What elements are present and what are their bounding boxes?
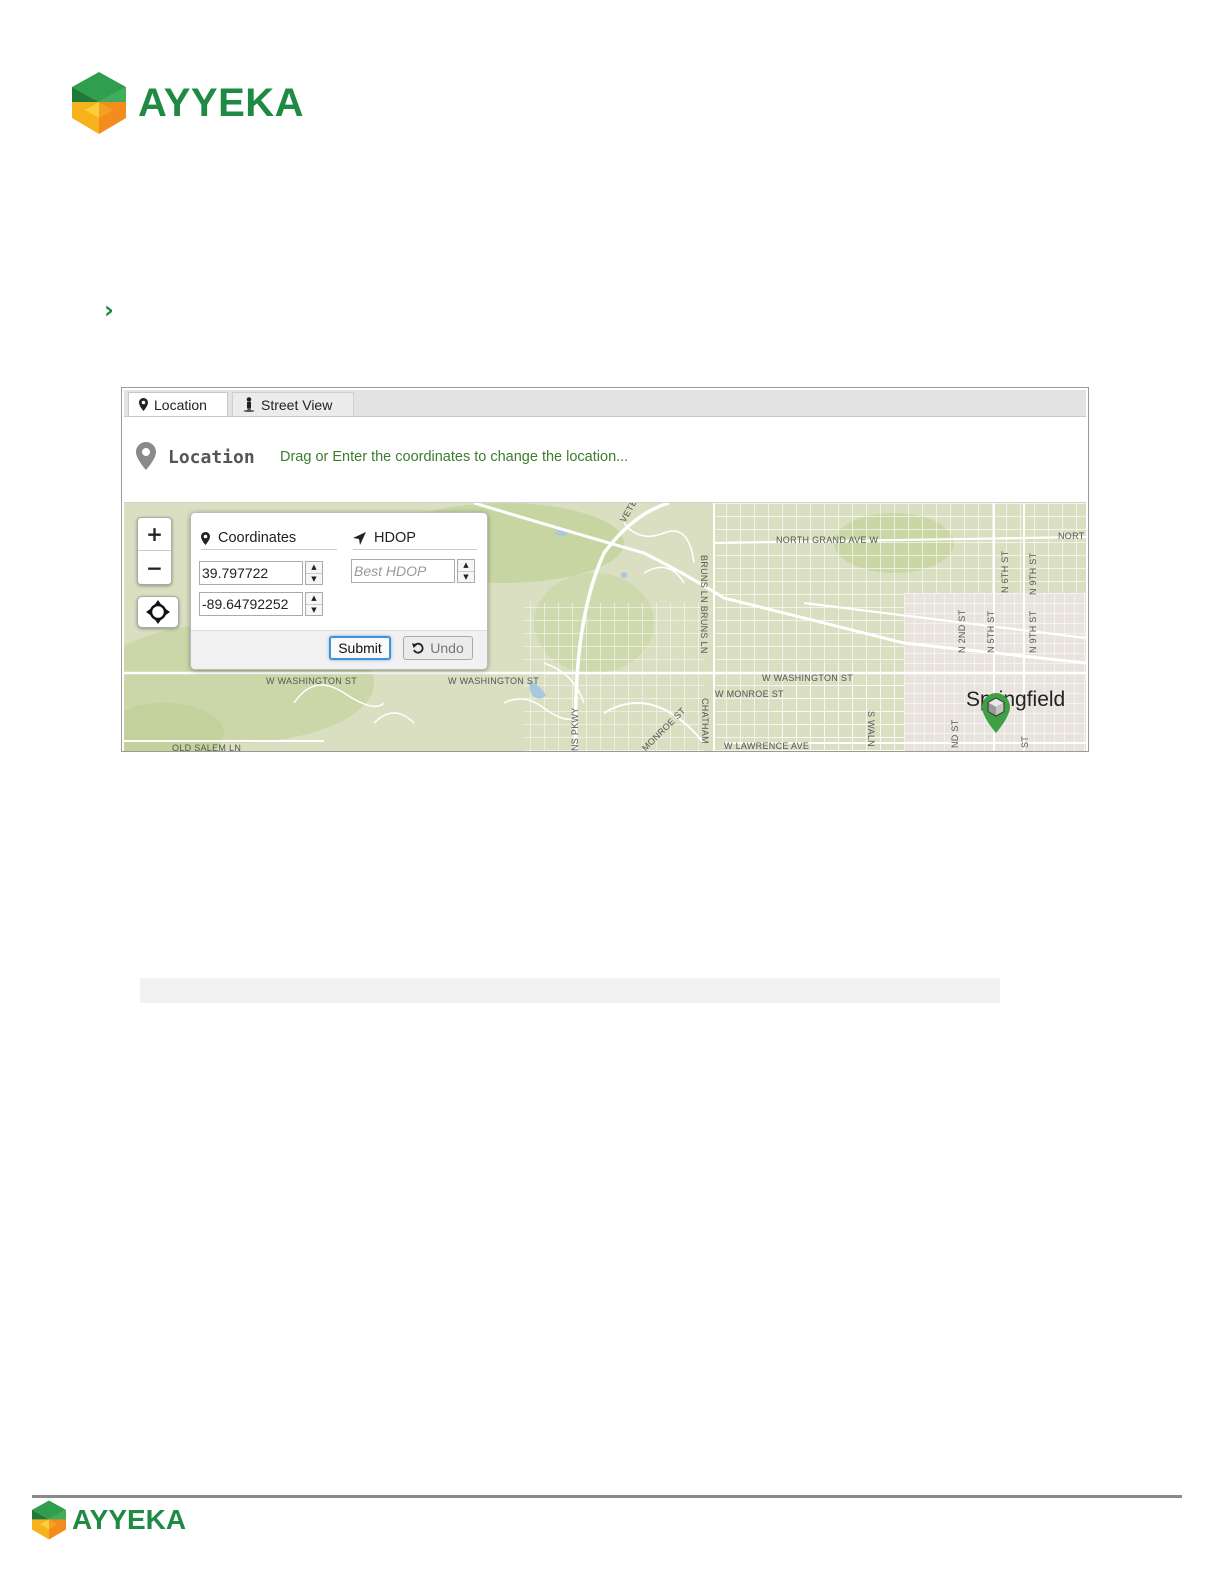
street-label: CHATHAM xyxy=(700,698,710,744)
code-block xyxy=(140,978,1000,1003)
pegman-icon xyxy=(243,397,255,412)
location-hint: Drag or Enter the coordinates to change … xyxy=(280,449,629,465)
zoom-out-button[interactable]: − xyxy=(138,551,171,584)
hdop-heading: HDOP xyxy=(353,527,477,550)
undo-button[interactable]: Undo xyxy=(403,636,473,660)
street-label: N 6TH ST xyxy=(1000,550,1010,593)
street-label: N 9TH ST xyxy=(1028,552,1038,595)
locate-button[interactable] xyxy=(137,596,179,628)
hdop-stepper[interactable]: ▲ ▼ xyxy=(457,559,475,583)
latitude-stepper[interactable]: ▲ ▼ xyxy=(305,561,323,585)
hdop-label: HDOP xyxy=(374,530,416,546)
street-label: W MONROE ST xyxy=(715,689,784,699)
longitude-stepper[interactable]: ▲ ▼ xyxy=(305,592,323,616)
brand-name: AYYEKA xyxy=(138,80,305,125)
location-pin-icon xyxy=(136,442,156,470)
ayyeka-cube-icon xyxy=(32,1500,66,1540)
location-header: Location Drag or Enter the coordinates t… xyxy=(124,418,1086,503)
street-label: OLD SALEM LN xyxy=(172,743,242,751)
longitude-input[interactable]: -89.64792252 xyxy=(199,592,303,616)
street-label: N 5TH ST xyxy=(986,610,996,653)
tab-location[interactable]: Location xyxy=(128,392,228,416)
street-label: W WASHINGTON ST xyxy=(266,676,357,686)
location-marker-icon[interactable] xyxy=(982,693,1010,733)
tab-location-label: Location xyxy=(154,396,207,413)
city-label: Springfield xyxy=(966,688,1066,711)
coordinates-heading: Coordinates xyxy=(201,527,337,550)
street-label: NORTH GRAND AVE W xyxy=(776,535,879,545)
ayyeka-logo-footer: AYYEKA xyxy=(32,1500,186,1540)
undo-icon xyxy=(412,642,424,654)
tab-street-view[interactable]: Street View xyxy=(232,392,354,416)
street-label: W WASHINGTON ST xyxy=(762,673,853,683)
map-pin-icon xyxy=(201,531,210,545)
street-label: NORT xyxy=(1058,531,1085,541)
tab-bar: Location Street View xyxy=(124,390,1086,417)
footer-divider xyxy=(32,1495,1182,1498)
chevron-right-icon: › xyxy=(104,296,114,324)
map-pin-icon xyxy=(139,398,148,411)
hdop-input[interactable]: Best HDOP xyxy=(351,559,455,583)
street-label: N 2ND ST xyxy=(957,609,967,653)
coordinates-panel: Coordinates HDOP 39.797722 ▲ ▼ -89.647922… xyxy=(190,512,488,670)
zoom-in-button[interactable]: + xyxy=(138,518,171,551)
submit-button[interactable]: Submit xyxy=(329,636,391,660)
street-label: ND ST xyxy=(950,719,960,749)
zoom-control: + − xyxy=(137,517,172,585)
navigation-arrow-icon xyxy=(353,531,366,545)
location-title: Location xyxy=(168,447,255,468)
brand-name: AYYEKA xyxy=(72,1504,187,1535)
map-view[interactable]: VETERANS P NORTH GRAND AVE W NORT BRUNS … xyxy=(124,503,1086,751)
crosshair-icon xyxy=(146,600,170,624)
coordinates-label: Coordinates xyxy=(218,530,297,546)
street-label: N 9TH ST xyxy=(1028,610,1038,653)
ayyeka-logo-header: AYYEKA xyxy=(72,72,304,134)
street-label: W WASHINGTON ST xyxy=(448,676,539,686)
street-label: W LAWRENCE AVE xyxy=(724,741,810,751)
street-label: S WALN xyxy=(866,711,876,747)
street-label: NS PKWY xyxy=(570,707,580,751)
undo-label: Undo xyxy=(430,640,464,656)
street-label: BRUNS LN BRUNS LN xyxy=(699,555,709,654)
tab-street-view-label: Street View xyxy=(261,396,333,413)
latitude-input[interactable]: 39.797722 xyxy=(199,561,303,585)
ayyeka-cube-icon xyxy=(72,72,126,134)
location-editor-screenshot: Location Street View Location Drag or En… xyxy=(121,387,1089,752)
street-label: ST xyxy=(1020,735,1030,748)
